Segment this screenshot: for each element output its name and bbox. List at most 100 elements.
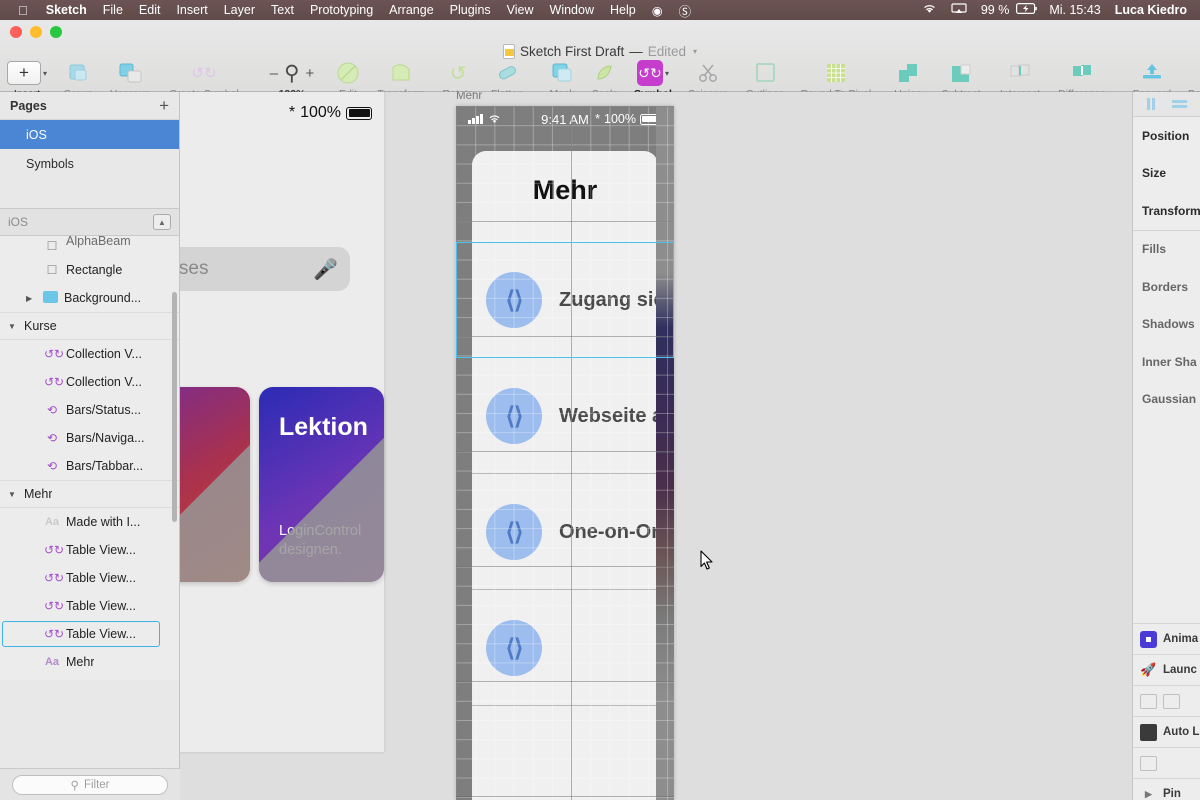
minimize-window-button[interactable] — [30, 26, 42, 38]
list-item[interactable]: ⟨⟩ Zugang sichern — [456, 242, 674, 358]
layer-row[interactable]: ↺↻ Table View... — [0, 592, 179, 620]
menu-sketch[interactable]: Sketch — [38, 3, 95, 17]
record-icon[interactable]: ◉ — [644, 3, 671, 18]
layer-row[interactable]: Aa Mehr — [0, 648, 179, 676]
layers-scrollbar[interactable] — [172, 292, 177, 522]
menu-bar-user[interactable]: Luca Kiedro — [1108, 3, 1194, 17]
disclosure-triangle-icon[interactable]: ▶ — [26, 294, 36, 303]
canvas-area[interactable]: * 100% urses 🎤 E Lektion LoginControldes… — [180, 92, 1132, 800]
battery-percentage[interactable]: 99 % — [974, 3, 1017, 17]
plugin-label: Pin — [1163, 788, 1181, 800]
plugin-row-ghost-2[interactable] — [1133, 747, 1200, 778]
inspector-section-shadows[interactable]: Shadows — [1133, 306, 1200, 344]
menu-insert[interactable]: Insert — [168, 3, 215, 17]
symbol-instance-icon: ⟲ — [46, 403, 58, 417]
filter-input[interactable]: ⚲ Filter — [12, 774, 168, 795]
layer-row[interactable]: ↺↻ Collection V... — [0, 340, 179, 368]
layer-group-kurse[interactable]: ▼ Kurse — [0, 312, 179, 340]
course-card-red[interactable] — [180, 387, 250, 582]
menu-layer[interactable]: Layer — [216, 3, 263, 17]
menu-file[interactable]: File — [95, 3, 131, 17]
collapse-layers-button[interactable]: ▲ — [153, 214, 171, 230]
maximize-window-button[interactable] — [50, 26, 62, 38]
page-item-ios[interactable]: iOS — [0, 120, 179, 149]
layer-group-mehr[interactable]: ▼ Mehr — [0, 480, 179, 508]
layer-row[interactable]: ☐ Rectangle — [0, 256, 179, 284]
microphone-icon[interactable]: 🎤 — [313, 257, 338, 282]
inspector-section-position[interactable]: Position — [1133, 117, 1200, 155]
magnifier-icon[interactable]: ⚲ — [284, 61, 299, 86]
menu-help[interactable]: Help — [602, 3, 644, 17]
layers-list[interactable]: ☐ AlphaBeam ☐ Rectangle ▶ Background... … — [0, 236, 179, 680]
inspector-section-inner-shadows[interactable]: Inner Sha — [1133, 343, 1200, 381]
symbol-icon: ↺↻ — [44, 347, 65, 361]
layer-row[interactable]: ☐ Rectangle 13 — [0, 676, 179, 680]
inspector-section-fills[interactable]: Fills — [1133, 231, 1200, 269]
round-to-pixel-icon — [825, 60, 847, 86]
course-card-purple[interactable]: Lektion LoginControl designen. — [259, 387, 384, 582]
document-edited-state[interactable]: Edited — [648, 44, 686, 59]
inspector-section-gaussian-blur[interactable]: Gaussian — [1133, 381, 1200, 419]
plugin-pin[interactable]: ▶ Pin — [1133, 778, 1200, 800]
menu-edit[interactable]: Edit — [131, 3, 169, 17]
artboard-name-label[interactable]: Mehr — [456, 92, 482, 102]
text-icon: Aa — [44, 656, 60, 668]
disclosure-triangle-icon[interactable]: ▶ — [1140, 786, 1157, 800]
inspector-section-size[interactable]: Size — [1133, 155, 1200, 193]
menu-plugins[interactable]: Plugins — [442, 3, 499, 17]
artboard-right-gradient-strip — [656, 106, 674, 800]
artboard-kurse-partial[interactable]: * 100% urses 🎤 E Lektion LoginControldes… — [180, 92, 384, 752]
rectangle-icon: ☐ — [46, 263, 58, 277]
distribute-horizontally-icon[interactable] — [1142, 98, 1160, 111]
distribute-vertically-icon[interactable] — [1170, 98, 1188, 111]
menu-text[interactable]: Text — [263, 3, 302, 17]
chevron-down-icon[interactable]: ▾ — [693, 47, 697, 56]
plugin-auto-layout[interactable]: Auto L — [1133, 716, 1200, 747]
layer-row[interactable]: ↺↻ Table View... — [0, 564, 179, 592]
creative-cloud-icon[interactable]: Ⓢ — [671, 1, 700, 20]
zoom-in-button[interactable]: + — [305, 65, 314, 82]
layer-row[interactable]: ↺↻ Collection V... — [0, 368, 179, 396]
layer-label: Collection V... — [66, 375, 142, 389]
disclosure-triangle-icon[interactable]: ▼ — [8, 490, 18, 499]
layer-row[interactable]: ▶ Background... — [0, 284, 179, 312]
partial-search-field[interactable]: urses 🎤 — [180, 247, 350, 291]
subtract-icon — [949, 60, 973, 86]
partial-battery-label: 100% — [300, 104, 341, 121]
close-window-button[interactable] — [10, 26, 22, 38]
inspector-section-borders[interactable]: Borders — [1133, 268, 1200, 306]
airplay-icon[interactable] — [944, 2, 974, 18]
layer-row[interactable]: ⟲ Bars/Tabbar... — [0, 452, 179, 480]
list-item[interactable]: ⟨⟩ One-on-One Coaching — [472, 474, 674, 590]
battery-charging-icon[interactable] — [1016, 3, 1042, 17]
layer-row[interactable]: ↺↻ Table View... — [0, 536, 179, 564]
list-item[interactable]: ⟨⟩ Webseite ansehen — [472, 358, 674, 474]
document-name[interactable]: Sketch First Draft — [520, 44, 624, 59]
layer-label: Background... — [64, 291, 142, 305]
menu-window[interactable]: Window — [542, 3, 602, 17]
page-item-symbols[interactable]: Symbols — [0, 149, 179, 178]
layer-row[interactable]: ⟲ Bars/Naviga... — [0, 424, 179, 452]
difference-icon — [1070, 60, 1094, 86]
menu-prototyping[interactable]: Prototyping — [302, 3, 381, 17]
layer-row[interactable]: ☐ AlphaBeam — [0, 236, 179, 256]
apple-menu-icon[interactable]:  — [6, 4, 38, 17]
menu-bar-clock[interactable]: Mi. 15:43 — [1042, 3, 1107, 17]
wifi-icon[interactable] — [915, 3, 944, 17]
scissors-icon — [696, 60, 720, 86]
plugin-launchpad[interactable]: 🚀 Launc — [1133, 654, 1200, 685]
plugin-row-ghost-1[interactable] — [1133, 685, 1200, 716]
list-item[interactable]: ⟨⟩ — [472, 590, 658, 706]
zoom-out-button[interactable]: – — [270, 65, 278, 82]
add-page-button[interactable]: + — [159, 96, 169, 116]
plugin-anima[interactable]: Anima — [1133, 623, 1200, 654]
layer-row-selected[interactable]: ↺↻ Table View... — [0, 620, 179, 648]
menu-view[interactable]: View — [499, 3, 542, 17]
disclosure-triangle-icon[interactable]: ▼ — [8, 322, 18, 331]
folder-icon — [42, 290, 58, 306]
inspector-section-transform[interactable]: Transform — [1133, 192, 1200, 230]
menu-arrange[interactable]: Arrange — [381, 3, 441, 17]
layer-row[interactable]: Aa Made with I... — [0, 508, 179, 536]
artboard-mehr[interactable]: 9:41 AM * 100% Mehr ⟨⟩ Zugang sichern — [456, 106, 674, 800]
layer-row[interactable]: ⟲ Bars/Status... — [0, 396, 179, 424]
